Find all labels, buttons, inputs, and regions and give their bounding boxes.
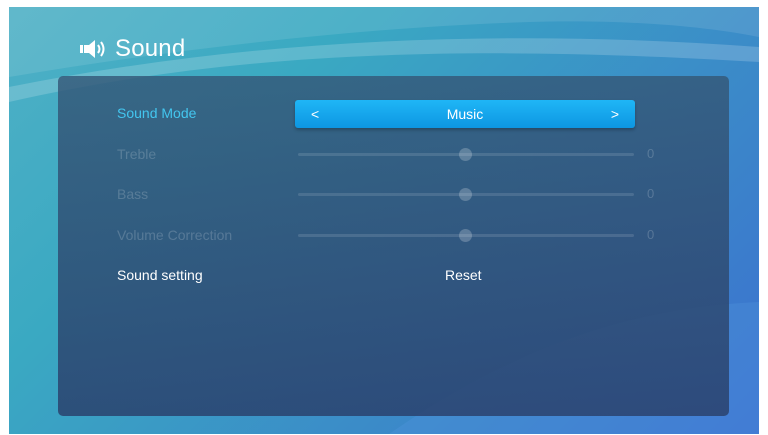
bass-slider-knob[interactable] bbox=[459, 188, 472, 201]
page-title: Sound bbox=[115, 35, 186, 62]
bass-value: 0 bbox=[647, 186, 655, 201]
volume-correction-slider-knob[interactable] bbox=[459, 229, 472, 242]
sound-mode-value: Music bbox=[446, 106, 484, 122]
treble-slider-knob[interactable] bbox=[459, 148, 472, 161]
treble-label: Treble bbox=[117, 146, 157, 162]
settings-panel: Sound Mode < Music > Treble 0 Bass 0 Vol… bbox=[58, 76, 729, 416]
sound-setting-label: Sound setting bbox=[117, 267, 203, 283]
sound-mode-selector[interactable]: < Music > bbox=[295, 100, 635, 128]
bass-slider[interactable] bbox=[298, 188, 634, 201]
speaker-icon bbox=[80, 40, 105, 58]
sound-setting-row[interactable]: Sound setting Reset bbox=[58, 261, 729, 291]
volume-correction-value: 0 bbox=[647, 227, 655, 242]
treble-value: 0 bbox=[647, 146, 655, 161]
volume-correction-row[interactable]: Volume Correction 0 bbox=[58, 221, 729, 251]
page-header: Sound bbox=[79, 34, 185, 64]
next-arrow-icon[interactable]: > bbox=[611, 106, 619, 122]
sound-mode-label: Sound Mode bbox=[117, 105, 197, 121]
treble-row[interactable]: Treble 0 bbox=[58, 140, 729, 170]
bass-row[interactable]: Bass 0 bbox=[58, 180, 729, 210]
sound-settings-screen: Sound Sound Mode < Music > Treble 0 Bass… bbox=[9, 7, 759, 434]
volume-correction-label: Volume Correction bbox=[117, 227, 233, 243]
treble-slider[interactable] bbox=[298, 148, 634, 161]
reset-button[interactable]: Reset bbox=[445, 267, 482, 283]
volume-correction-slider[interactable] bbox=[298, 229, 634, 242]
bass-label: Bass bbox=[117, 186, 149, 202]
